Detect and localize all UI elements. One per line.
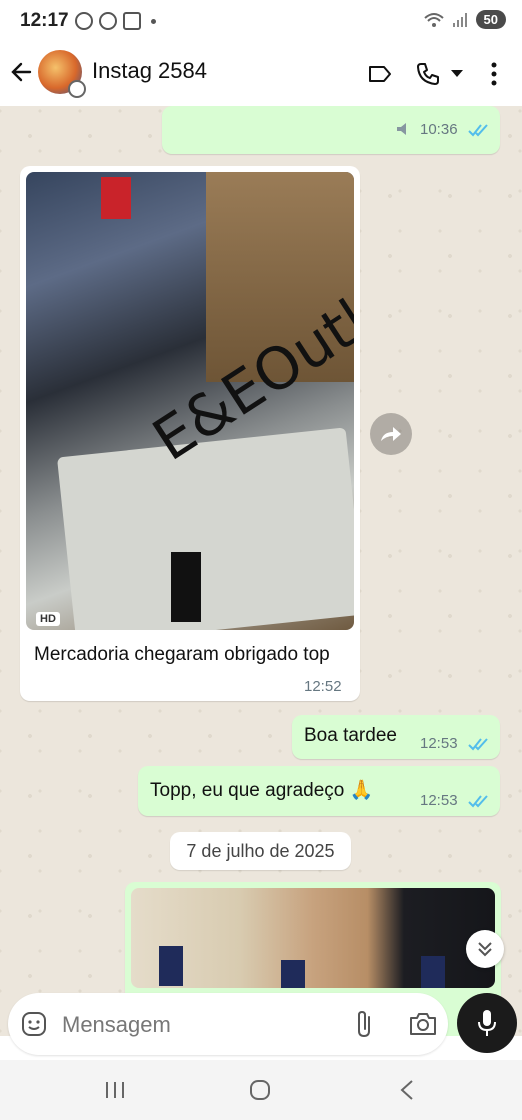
home-button[interactable]: [245, 1078, 275, 1102]
recent-apps-icon: [106, 1082, 124, 1098]
signal-icon: [452, 12, 467, 27]
message-time: 10:36: [420, 121, 458, 138]
battery-indicator: 50: [475, 10, 506, 29]
call-button[interactable]: [414, 60, 442, 88]
notification-icons: [75, 12, 156, 30]
dropdown-icon: [451, 70, 463, 77]
audio-icon: [397, 123, 406, 135]
image-tag: [171, 552, 201, 622]
date-divider-label: 7 de julho de 2025: [186, 841, 335, 861]
whatsapp-icon: [99, 12, 117, 30]
back-nav-button[interactable]: [392, 1078, 422, 1102]
chat-area[interactable]: 10:36 E&EOutlet HD Mercadoria chegaram o…: [0, 106, 522, 1036]
message-input[interactable]: [60, 1007, 334, 1043]
status-time: 12:17: [20, 10, 69, 31]
sticker-icon[interactable]: [20, 1010, 48, 1038]
message-text: Boa tardee: [304, 725, 397, 746]
recent-apps-button[interactable]: [100, 1078, 130, 1102]
chevron-double-down-icon: [478, 942, 492, 957]
label-button[interactable]: [366, 60, 394, 88]
image-tag: [421, 956, 445, 988]
double-check-icon: [468, 795, 488, 808]
contact-name[interactable]: Instag 2584: [92, 58, 207, 84]
message-text: Topp, eu que agradeço 🙏: [150, 780, 374, 801]
home-icon: [250, 1080, 270, 1100]
status-bar: 12:17 50: [0, 0, 522, 44]
call-options-button[interactable]: [447, 60, 467, 88]
double-check-icon: [468, 738, 488, 751]
back-arrow-icon[interactable]: [8, 58, 36, 86]
hd-badge: HD: [36, 612, 60, 626]
back-nav-icon: [400, 1080, 413, 1100]
voice-record-button[interactable]: [457, 993, 517, 1053]
scroll-to-bottom-button[interactable]: [466, 930, 504, 968]
mic-icon: [478, 1010, 496, 1036]
message-text: Mercadoria chegaram obrigado top: [34, 644, 330, 665]
double-check-icon: [468, 124, 488, 137]
more-options-button[interactable]: [480, 60, 508, 88]
message-bubble-outgoing[interactable]: Boa tardee 12:53: [292, 715, 500, 759]
date-divider: 7 de julho de 2025: [170, 832, 351, 870]
message-bubble-outgoing[interactable]: 10:36: [162, 106, 500, 154]
system-navigation-bar: [0, 1060, 522, 1120]
camera-icon[interactable]: [408, 1010, 438, 1038]
message-time: 12:53: [420, 792, 458, 809]
wifi-icon: [423, 12, 444, 27]
chat-header: Instag 2584: [0, 44, 522, 106]
image-tag: [281, 960, 305, 988]
label-icon: [369, 66, 391, 82]
message-image[interactable]: E&EOutlet HD: [26, 172, 354, 630]
forward-icon: [381, 427, 401, 441]
more-vert-icon: [491, 62, 497, 86]
paperclip-icon[interactable]: [351, 1009, 379, 1039]
message-bubble-outgoing[interactable]: Topp, eu que agradeço 🙏 12:53: [138, 766, 500, 816]
message-composer: [8, 993, 448, 1055]
image-detail: [56, 427, 354, 630]
notification-icon: [75, 12, 93, 30]
screenshot-icon: [123, 12, 141, 30]
message-time: 12:52: [304, 678, 342, 695]
image-tag: [159, 946, 183, 986]
status-ring-icon: [68, 80, 86, 98]
message-bubble-incoming[interactable]: E&EOutlet HD Mercadoria chegaram obrigad…: [20, 166, 360, 701]
forward-button[interactable]: [370, 413, 412, 455]
message-time: 12:53: [420, 735, 458, 752]
message-image[interactable]: [131, 888, 495, 988]
image-tag: [101, 177, 131, 219]
system-icons: 50: [423, 10, 506, 29]
phone-icon: [417, 63, 439, 85]
more-notifications-icon: [151, 18, 156, 24]
